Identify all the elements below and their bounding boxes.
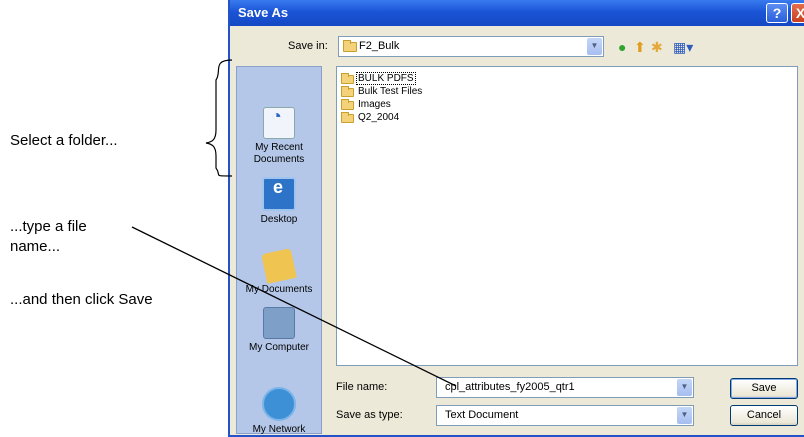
- save-in-dropdown[interactable]: F2_Bulk ▼: [338, 36, 604, 57]
- chevron-down-icon[interactable]: ▼: [677, 379, 692, 396]
- save-in-label: Save in:: [288, 40, 328, 52]
- save-type-value: Text Document: [445, 409, 519, 421]
- save-button[interactable]: Save: [730, 378, 798, 399]
- folder-icon: [341, 99, 354, 110]
- desktop-icon: [262, 177, 296, 211]
- folder-icon: [343, 40, 357, 52]
- file-name-field[interactable]: cpl_attributes_fy2005_qtr1 ▼: [436, 377, 694, 398]
- file-name-label: File name:: [336, 381, 388, 393]
- my-computer-icon: [263, 307, 295, 339]
- close-button[interactable]: X: [791, 3, 804, 23]
- save-in-value: F2_Bulk: [359, 40, 400, 52]
- place-my-computer[interactable]: My Computer: [237, 307, 321, 354]
- place-my-recent-documents[interactable]: My Recent Documents: [237, 107, 321, 166]
- place-label: My Documents: [245, 284, 313, 295]
- new-folder-icon[interactable]: ✱: [651, 38, 663, 56]
- folder-icon: [341, 112, 354, 123]
- back-icon[interactable]: ●: [618, 38, 626, 56]
- save-type-dropdown[interactable]: Text Document ▼: [436, 405, 694, 426]
- chevron-down-icon[interactable]: ▼: [587, 38, 602, 55]
- file-name: Bulk Test Files: [358, 86, 423, 97]
- place-my-network[interactable]: My Network: [237, 387, 321, 436]
- annotation-select-folder: Select a folder...: [10, 132, 118, 149]
- folder-icon: [341, 73, 354, 84]
- place-label: My Computer: [248, 342, 309, 353]
- file-name: Q2_2004: [358, 112, 400, 123]
- annotation-type-name: ...type a file name...: [10, 218, 87, 255]
- title-bar[interactable]: Save As ? X: [230, 0, 804, 26]
- file-name-value: cpl_attributes_fy2005_qtr1: [445, 381, 575, 393]
- my-documents-icon: [261, 248, 297, 284]
- views-menu-icon[interactable]: ▦▾: [673, 38, 693, 56]
- place-label: My Recent Documents: [253, 142, 305, 165]
- place-label: Desktop: [260, 214, 298, 225]
- file-list[interactable]: BULK PDFS Bulk Test Files Images Q2_2004: [336, 66, 798, 366]
- save-as-dialog: Save As ? X Save in: F2_Bulk ▼ ● ⬆ ✱ ▦▾ …: [228, 0, 804, 437]
- my-network-icon: [262, 387, 296, 421]
- help-button[interactable]: ?: [766, 3, 788, 23]
- cancel-button[interactable]: Cancel: [730, 405, 798, 426]
- recent-documents-icon: [263, 107, 295, 139]
- place-my-documents[interactable]: My Documents: [237, 248, 321, 296]
- chevron-down-icon[interactable]: ▼: [677, 407, 692, 424]
- save-type-label: Save as type:: [336, 409, 403, 421]
- place-label: My Network: [252, 424, 306, 435]
- file-name: Images: [358, 99, 391, 110]
- annotation-click-save: ...and then click Save: [10, 291, 153, 308]
- places-bar: My Recent Documents Desktop My Documents…: [236, 66, 322, 436]
- file-name: BULK PDFS: [356, 72, 416, 85]
- place-desktop[interactable]: Desktop: [237, 177, 321, 226]
- dialog-title: Save As: [238, 5, 289, 20]
- folder-icon: [341, 86, 354, 97]
- up-folder-icon[interactable]: ⬆: [634, 38, 646, 56]
